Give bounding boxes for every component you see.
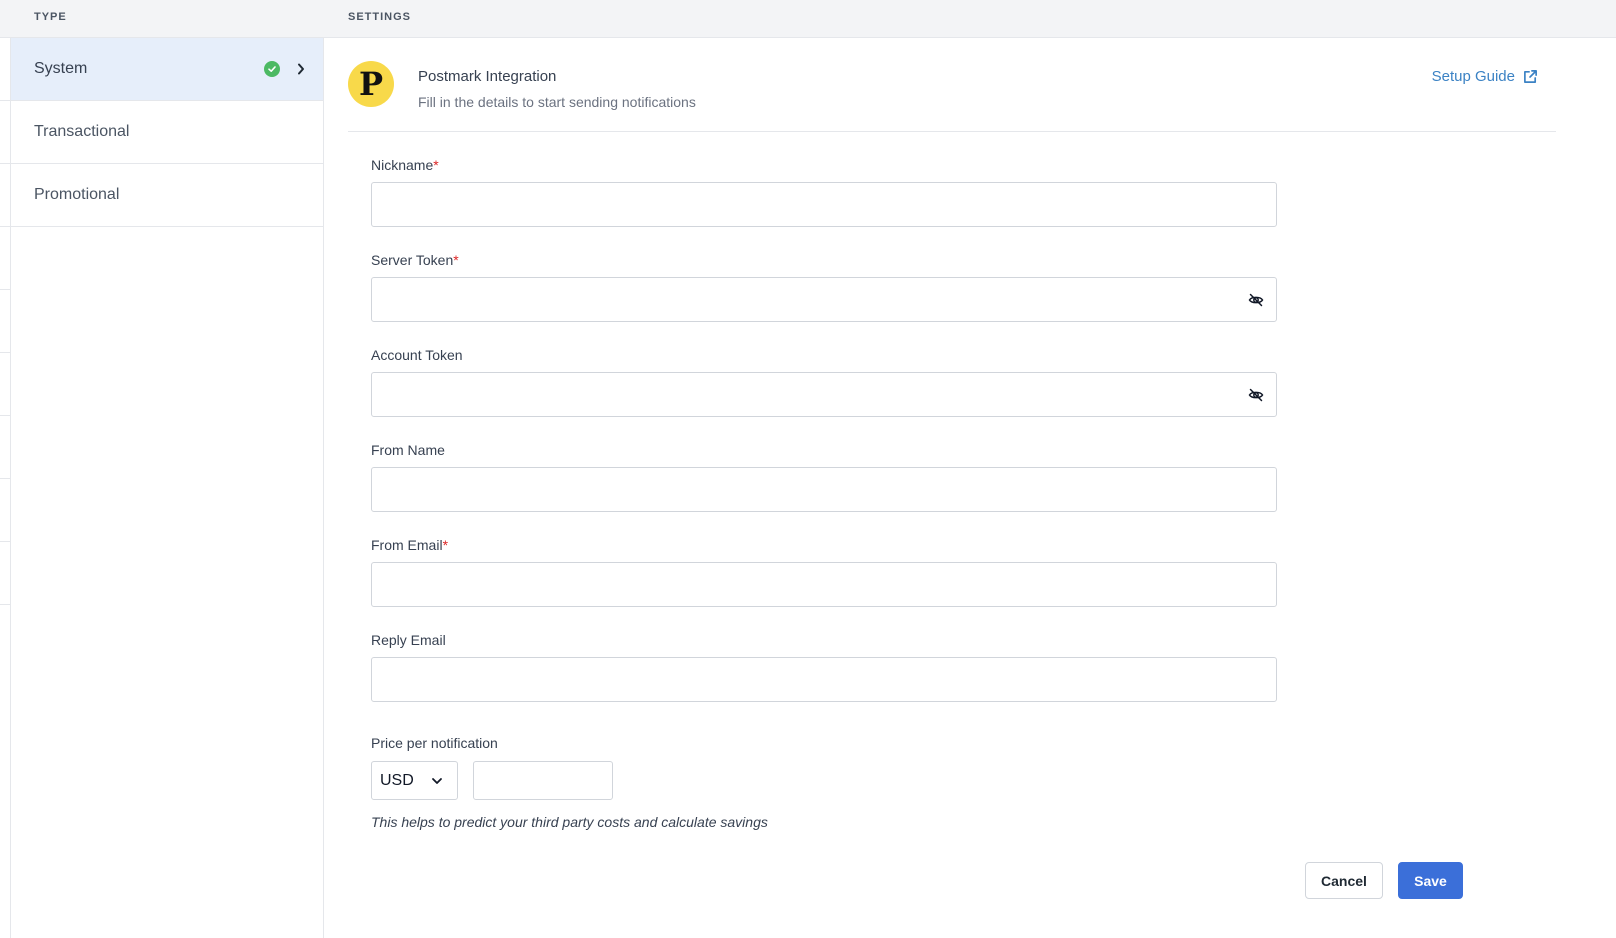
external-link-icon: [1524, 70, 1537, 83]
sidebar-item-system[interactable]: System: [11, 38, 323, 101]
chevron-right-icon: [296, 61, 306, 77]
reply-email-input[interactable]: [371, 657, 1277, 702]
rail-divider: [0, 226, 11, 227]
sidebar-item-promotional[interactable]: Promotional: [11, 164, 323, 227]
chevron-down-icon: [432, 778, 442, 784]
rail-divider: [0, 478, 11, 479]
eye-off-icon[interactable]: [1248, 387, 1264, 403]
rail-divider: [0, 352, 11, 353]
from-email-label-text: From Email: [371, 537, 443, 553]
price-label: Price per notification: [371, 735, 498, 751]
from-email-label: From Email*: [371, 537, 448, 553]
postmark-logo: P: [348, 61, 394, 107]
sidebar-item-transactional[interactable]: Transactional: [11, 101, 323, 164]
settings-column-header: SETTINGS: [348, 11, 412, 23]
from-name-label: From Name: [371, 442, 445, 458]
price-helper-text: This helps to predict your third party c…: [371, 814, 768, 830]
reply-email-label: Reply Email: [371, 632, 446, 648]
required-mark: *: [442, 537, 449, 553]
nickname-label-text: Nickname: [371, 157, 434, 173]
rail-divider: [0, 100, 11, 101]
account-token-input[interactable]: [371, 372, 1277, 417]
account-token-label: Account Token: [371, 347, 463, 363]
type-column-header: TYPE: [34, 11, 67, 23]
sidebar-item-label: Transactional: [34, 123, 130, 140]
from-email-input[interactable]: [371, 562, 1277, 607]
sidebar-item-label: System: [34, 60, 88, 77]
left-edge-rail: [0, 38, 11, 938]
rail-divider: [0, 415, 11, 416]
cancel-button[interactable]: Cancel: [1305, 862, 1383, 899]
integration-subtitle: Fill in the details to start sending not…: [418, 94, 696, 110]
required-mark: *: [433, 157, 439, 173]
integration-title: Postmark Integration: [418, 68, 557, 85]
server-token-input[interactable]: [371, 277, 1277, 322]
rail-divider: [0, 289, 11, 290]
required-mark: *: [453, 252, 459, 268]
server-token-label: Server Token*: [371, 252, 459, 268]
rail-divider: [0, 163, 11, 164]
rail-divider: [0, 604, 11, 605]
nickname-input[interactable]: [371, 182, 1277, 227]
nickname-label: Nickname*: [371, 157, 439, 173]
column-header-bar: TYPE SETTINGS: [0, 0, 1616, 38]
setup-guide-label: Setup Guide: [1431, 68, 1515, 85]
setup-guide-link[interactable]: Setup Guide: [1432, 68, 1538, 85]
eye-off-icon[interactable]: [1248, 292, 1264, 308]
server-token-label-text: Server Token: [371, 252, 454, 268]
currency-select[interactable]: USD: [371, 761, 458, 800]
save-button[interactable]: Save: [1398, 862, 1463, 899]
sidebar-item-label: Promotional: [34, 186, 120, 203]
price-input[interactable]: [473, 761, 613, 800]
type-sidebar: System Transactional Promotional: [11, 38, 324, 938]
currency-value: USD: [380, 771, 414, 789]
header-divider: [348, 131, 1556, 132]
settings-panel: P Postmark Integration Fill in the detai…: [324, 38, 1616, 938]
from-name-input[interactable]: [371, 467, 1277, 512]
check-circle-icon: [264, 61, 280, 77]
rail-divider: [0, 541, 11, 542]
